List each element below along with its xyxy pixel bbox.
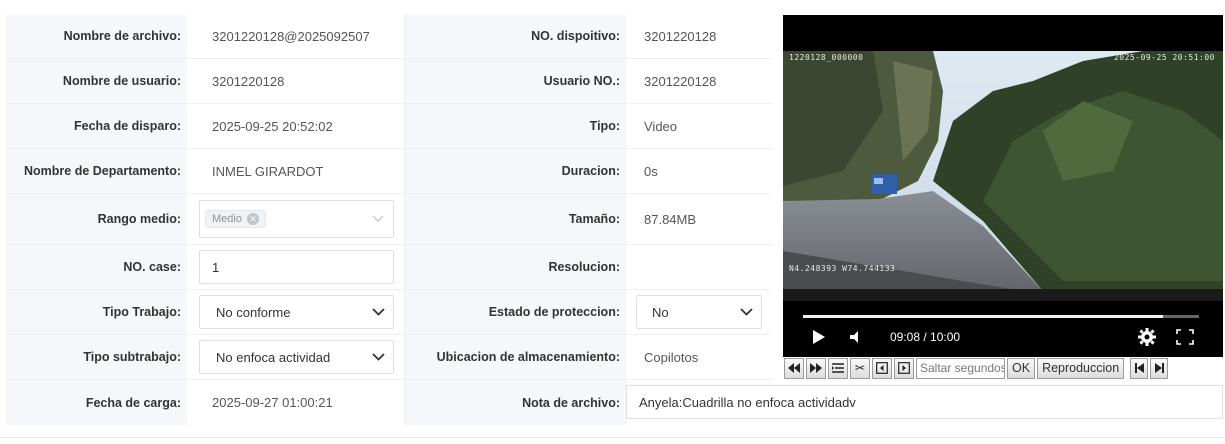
prev-frame-icon[interactable] <box>872 357 892 379</box>
form-row: Fecha de disparo: 2025-09-25 20:52:02 Ti… <box>6 104 772 149</box>
range-select-cell: Medio ✕ <box>187 194 405 244</box>
gear-icon[interactable] <box>1138 327 1156 347</box>
user-no-label: Usuario NO.: <box>405 59 626 103</box>
work-type-cell: No conforme <box>187 290 405 334</box>
volume-icon[interactable] <box>848 327 862 347</box>
player-toolbar: ✂ Saltar segundos OK Reproduccion <box>784 357 1169 379</box>
subtype-selected: No enfoca actividad <box>216 349 331 365</box>
form-row: Rango medio: Medio ✕ Tamaño: 87.84MB <box>6 194 772 245</box>
video-progress-bar[interactable] <box>803 315 1199 318</box>
play-icon[interactable] <box>813 327 825 347</box>
range-select[interactable]: Medio ✕ <box>199 200 394 238</box>
chevron-down-icon <box>371 212 385 226</box>
protection-select[interactable]: No <box>636 295 762 329</box>
chevron-down-icon <box>371 305 385 319</box>
ok-button[interactable]: OK <box>1007 357 1036 379</box>
range-label: Rango medio: <box>6 194 187 244</box>
user-name-label: Nombre de usuario: <box>6 59 187 103</box>
upload-date-value: 2025-09-27 01:00:21 <box>187 380 405 425</box>
chevron-down-icon <box>371 350 385 364</box>
protection-label: Estado de proteccion: <box>405 290 626 334</box>
video-time: 09:08 / 10:00 <box>890 330 961 344</box>
subtype-select[interactable]: No enfoca actividad <box>199 340 394 374</box>
case-no-cell: 1 <box>187 245 405 289</box>
protection-cell: No <box>626 290 772 334</box>
subtype-cell: No enfoca actividad <box>187 335 405 379</box>
list-icon[interactable] <box>828 357 848 379</box>
range-tag: Medio ✕ <box>205 210 266 228</box>
user-no-value: 3201220128 <box>644 73 717 89</box>
work-type-selected: No conforme <box>216 304 291 320</box>
osd-device-id: 1220128_000000 <box>789 53 864 62</box>
upload-date-label: Fecha de carga: <box>6 380 187 425</box>
first-icon[interactable] <box>1130 357 1149 379</box>
storage-label: Ubicacion de almacenamiento: <box>405 335 626 379</box>
form-row: Nombre de Departamento: INMEL GIRARDOT D… <box>6 149 772 194</box>
fullscreen-icon[interactable] <box>1176 327 1194 347</box>
file-note-label: Nota de archivo: <box>405 380 626 425</box>
divider <box>0 437 1225 438</box>
trigger-date-label: Fecha de disparo: <box>6 104 187 148</box>
storage-value: Copilotos <box>644 349 699 365</box>
video-frame: 1220128_000000 2025-09-25 20:51:00 N4.24… <box>783 51 1223 301</box>
form-row: Tipo subtrabajo: No enfoca actividad Ubi… <box>6 335 772 380</box>
osd-timestamp: 2025-09-25 20:51:00 <box>1113 53 1215 62</box>
form-row: Tipo Trabajo: No conforme Estado de prot… <box>6 290 772 335</box>
trigger-date-value: 2025-09-25 20:52:02 <box>187 104 405 148</box>
form-row: Nombre de archivo: 3201220128@2025092507… <box>6 14 772 59</box>
work-type-select[interactable]: No conforme <box>199 295 394 329</box>
osd-gps: N4.248393 W74.744133 <box>789 264 896 273</box>
case-no-label: NO. case: <box>6 245 187 289</box>
type-value: Video <box>644 118 678 134</box>
subtype-label: Tipo subtrabajo: <box>6 335 187 379</box>
duration-label: Duracion: <box>405 149 626 193</box>
file-detail-form: Nombre de archivo: 3201220128@2025092507… <box>6 14 772 425</box>
next-frame-icon[interactable] <box>894 357 914 379</box>
device-no-label: NO. dispoitivo: <box>405 14 626 58</box>
video-progress-fill <box>803 315 1163 318</box>
user-name-value: 3201220128 <box>187 59 405 103</box>
size-value: 87.84MB <box>644 211 697 227</box>
fast-forward-icon[interactable] <box>806 357 826 379</box>
video-player[interactable]: 1220128_000000 2025-09-25 20:51:00 N4.24… <box>783 15 1223 357</box>
chevron-down-icon <box>739 305 753 319</box>
seek-seconds-input[interactable]: Saltar segundos <box>916 357 1005 379</box>
duration-value: 0s <box>644 163 658 179</box>
protection-selected: No <box>652 304 669 320</box>
form-row: NO. case: 1 Resolucion: <box>6 245 772 290</box>
department-value: INMEL GIRARDOT <box>187 149 405 193</box>
scissors-icon[interactable]: ✂ <box>850 357 870 379</box>
device-no-value: 3201220128 <box>644 28 717 44</box>
rewind-icon[interactable] <box>784 357 804 379</box>
file-name-label: Nombre de archivo: <box>6 14 187 58</box>
form-row: Nombre de usuario: 3201220128 Usuario NO… <box>6 59 772 104</box>
playback-button[interactable]: Reproduccion <box>1037 357 1125 379</box>
last-icon[interactable] <box>1150 357 1169 379</box>
type-label: Tipo: <box>405 104 626 148</box>
case-no-input[interactable]: 1 <box>199 250 394 284</box>
tag-close-icon[interactable]: ✕ <box>246 213 259 225</box>
resolution-label: Resolucion: <box>405 245 626 289</box>
file-note-input[interactable]: Anyela:Cuadrilla no enfoca actividadv <box>626 385 1223 419</box>
resolution-value <box>626 245 772 289</box>
range-tag-label: Medio <box>212 213 242 225</box>
file-name-value: 3201220128@2025092507 <box>187 14 405 58</box>
size-label: Tamaño: <box>405 194 626 244</box>
work-type-label: Tipo Trabajo: <box>6 290 187 334</box>
department-label: Nombre de Departamento: <box>6 149 187 193</box>
